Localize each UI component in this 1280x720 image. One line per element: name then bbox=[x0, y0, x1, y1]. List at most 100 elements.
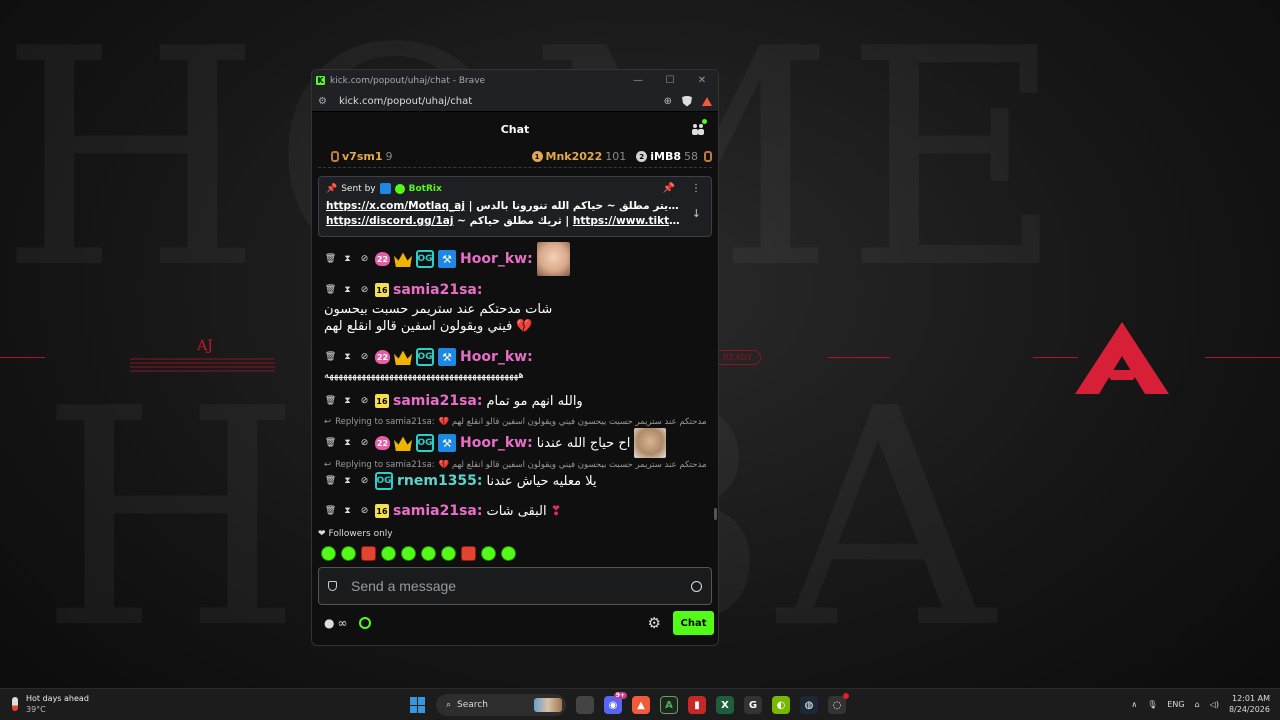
delete-icon[interactable]: 🗑 bbox=[324, 285, 337, 295]
wallpaper-brand: AJ bbox=[197, 338, 213, 354]
wallpaper-line bbox=[828, 357, 890, 358]
kick-icon[interactable] bbox=[359, 617, 372, 629]
app-x-icon[interactable]: X bbox=[716, 696, 734, 714]
timeout-icon[interactable]: ⧗ bbox=[341, 254, 354, 264]
app-g-icon[interactable]: G bbox=[744, 696, 762, 714]
send-chat-button[interactable]: Chat bbox=[673, 611, 714, 635]
emote-icon[interactable] bbox=[501, 546, 516, 561]
timeout-icon[interactable]: ⧗ bbox=[341, 285, 354, 295]
url-text[interactable]: kick.com/popout/uhaj/chat bbox=[339, 96, 472, 107]
ban-icon[interactable]: ⊘ bbox=[358, 254, 371, 264]
username[interactable]: Hoor_kw: bbox=[460, 435, 533, 451]
emote-icon[interactable] bbox=[341, 546, 356, 561]
unpin-icon[interactable]: 📌 bbox=[663, 183, 675, 194]
brave-shield-icon[interactable] bbox=[682, 95, 692, 107]
username[interactable]: samia21sa: bbox=[393, 503, 482, 519]
app-a-icon[interactable]: A bbox=[660, 696, 678, 714]
timeout-icon[interactable]: ⧗ bbox=[341, 396, 354, 406]
emote-icon[interactable] bbox=[421, 546, 436, 561]
emote-icon[interactable] bbox=[321, 546, 336, 561]
username[interactable]: samia21sa: bbox=[393, 393, 482, 409]
ban-icon[interactable]: ⊘ bbox=[358, 285, 371, 295]
timeout-icon[interactable]: ⧗ bbox=[341, 476, 354, 486]
reply-label: Replying to samia21sa: bbox=[335, 417, 435, 427]
leaderboard-entry[interactable]: 1 Mnk2022 101 bbox=[531, 150, 626, 163]
users-icon[interactable] bbox=[691, 119, 707, 136]
delete-icon[interactable]: 🗑 bbox=[324, 352, 337, 362]
zoom-icon[interactable]: ⊕ bbox=[664, 96, 672, 107]
emoji-picker-icon[interactable] bbox=[691, 580, 702, 592]
subscriber-badge-icon: 22 bbox=[375, 436, 390, 450]
chat-header: Chat bbox=[312, 112, 718, 146]
twitter-link[interactable]: https://x.com/Motlaq_aj bbox=[326, 200, 465, 212]
windows-start-icon[interactable] bbox=[410, 697, 426, 713]
username[interactable]: Hoor_kw: bbox=[460, 251, 533, 267]
message-text: والله انهم مو تمام bbox=[486, 393, 583, 409]
reply-preview[interactable]: ↩ Replying to samia21sa: شات مدحتكم عند … bbox=[324, 417, 706, 427]
settings-gear-icon[interactable]: ⚙ bbox=[648, 614, 661, 632]
app-settings-icon[interactable]: ◌ bbox=[828, 693, 849, 714]
tiktok-link[interactable]: https://www.tiktok.com/@aj_155... bbox=[573, 215, 681, 227]
task-view-icon[interactable] bbox=[576, 696, 594, 714]
discord-link[interactable]: https://discord.gg/1aj bbox=[326, 215, 454, 227]
leaderboard-entry[interactable]: 2 iMB8 58 bbox=[636, 150, 698, 163]
subscriber-badge-icon: 22 bbox=[375, 350, 390, 364]
expand-arrow-icon[interactable]: ↓ bbox=[692, 207, 701, 220]
ban-icon[interactable]: ⊘ bbox=[358, 396, 371, 406]
bot-name[interactable]: BotRix bbox=[409, 184, 442, 194]
timeout-icon[interactable]: ⧗ bbox=[341, 352, 354, 362]
delete-icon[interactable]: 🗑 bbox=[324, 476, 337, 486]
emote-icon[interactable] bbox=[461, 546, 476, 561]
taskbar-search[interactable]: ⌕ Search bbox=[436, 694, 566, 716]
ban-icon[interactable]: ⊘ bbox=[358, 506, 371, 516]
more-options-icon[interactable]: ⋮ bbox=[691, 183, 701, 194]
brave-icon[interactable]: ▲ bbox=[632, 696, 650, 714]
app-red-icon[interactable]: ▮ bbox=[688, 696, 706, 714]
delete-icon[interactable]: 🗑 bbox=[324, 396, 337, 406]
message-input[interactable] bbox=[351, 578, 691, 594]
network-icon[interactable]: ⌂ bbox=[1195, 700, 1200, 709]
steam-icon[interactable]: ◍ bbox=[800, 696, 818, 714]
emote-icon[interactable] bbox=[401, 546, 416, 561]
leaderboard-entry[interactable]: v7sm1 9 bbox=[331, 150, 393, 163]
ban-icon[interactable]: ⊘ bbox=[358, 352, 371, 362]
emote-icon[interactable] bbox=[381, 546, 396, 561]
message-input-container[interactable] bbox=[318, 567, 712, 605]
ban-icon[interactable]: ⊘ bbox=[358, 476, 371, 486]
timeout-icon[interactable]: ⧗ bbox=[341, 438, 354, 448]
delete-icon[interactable]: 🗑 bbox=[324, 438, 337, 448]
moderator-badge-icon: ⚒ bbox=[438, 348, 456, 366]
gold-medal-icon: 1 bbox=[531, 151, 543, 162]
pinned-header: 📌 Sent by BotRix bbox=[326, 183, 704, 194]
nvidia-icon[interactable]: ◐ bbox=[772, 696, 790, 714]
maximize-button[interactable]: ☐ bbox=[654, 75, 686, 86]
close-button[interactable]: ✕ bbox=[686, 75, 718, 86]
username[interactable]: Hoor_kw: bbox=[460, 349, 533, 365]
discord-icon[interactable]: ◉ 9+ bbox=[604, 692, 627, 714]
message-text: شات مدحتكم عند ستريمر حسبت بيحسون bbox=[324, 302, 553, 317]
volume-icon[interactable]: ◁) bbox=[1210, 700, 1219, 709]
delete-icon[interactable]: 🗑 bbox=[324, 506, 337, 516]
tray-chevron-icon[interactable]: ∧ bbox=[1131, 700, 1137, 709]
language-indicator[interactable]: ENG bbox=[1167, 700, 1184, 709]
minimize-button[interactable]: — bbox=[622, 75, 654, 86]
channel-points[interactable]: ● ∞ bbox=[324, 616, 347, 630]
reply-preview[interactable]: ↩ Replying to samia21sa: شات مدحتكم عند … bbox=[324, 460, 706, 470]
emote-icon[interactable] bbox=[481, 546, 496, 561]
brave-rewards-icon[interactable] bbox=[702, 96, 712, 106]
username[interactable]: samia21sa: bbox=[393, 282, 482, 298]
weather-widget[interactable]: Hot days ahead 39°C bbox=[12, 693, 89, 715]
site-info-icon[interactable]: ⚙ bbox=[318, 96, 327, 107]
username[interactable]: rnem1355: bbox=[397, 473, 483, 489]
ban-icon[interactable]: ⊘ bbox=[358, 438, 371, 448]
leader-name: Mnk2022 bbox=[545, 150, 603, 163]
address-bar[interactable]: ⚙ kick.com/popout/uhaj/chat ⊕ bbox=[312, 91, 718, 112]
emote-icon[interactable] bbox=[361, 546, 376, 561]
chat-scrollbar[interactable] bbox=[714, 508, 717, 520]
microphone-icon[interactable]: 🎙 bbox=[1147, 700, 1157, 709]
emote-icon[interactable] bbox=[441, 546, 456, 561]
timeout-icon[interactable]: ⧗ bbox=[341, 506, 354, 516]
reply-icon: ↩ bbox=[324, 417, 332, 427]
delete-icon[interactable]: 🗑 bbox=[324, 254, 337, 264]
clock[interactable]: 12:01 AM 8/24/2026 bbox=[1229, 693, 1270, 715]
